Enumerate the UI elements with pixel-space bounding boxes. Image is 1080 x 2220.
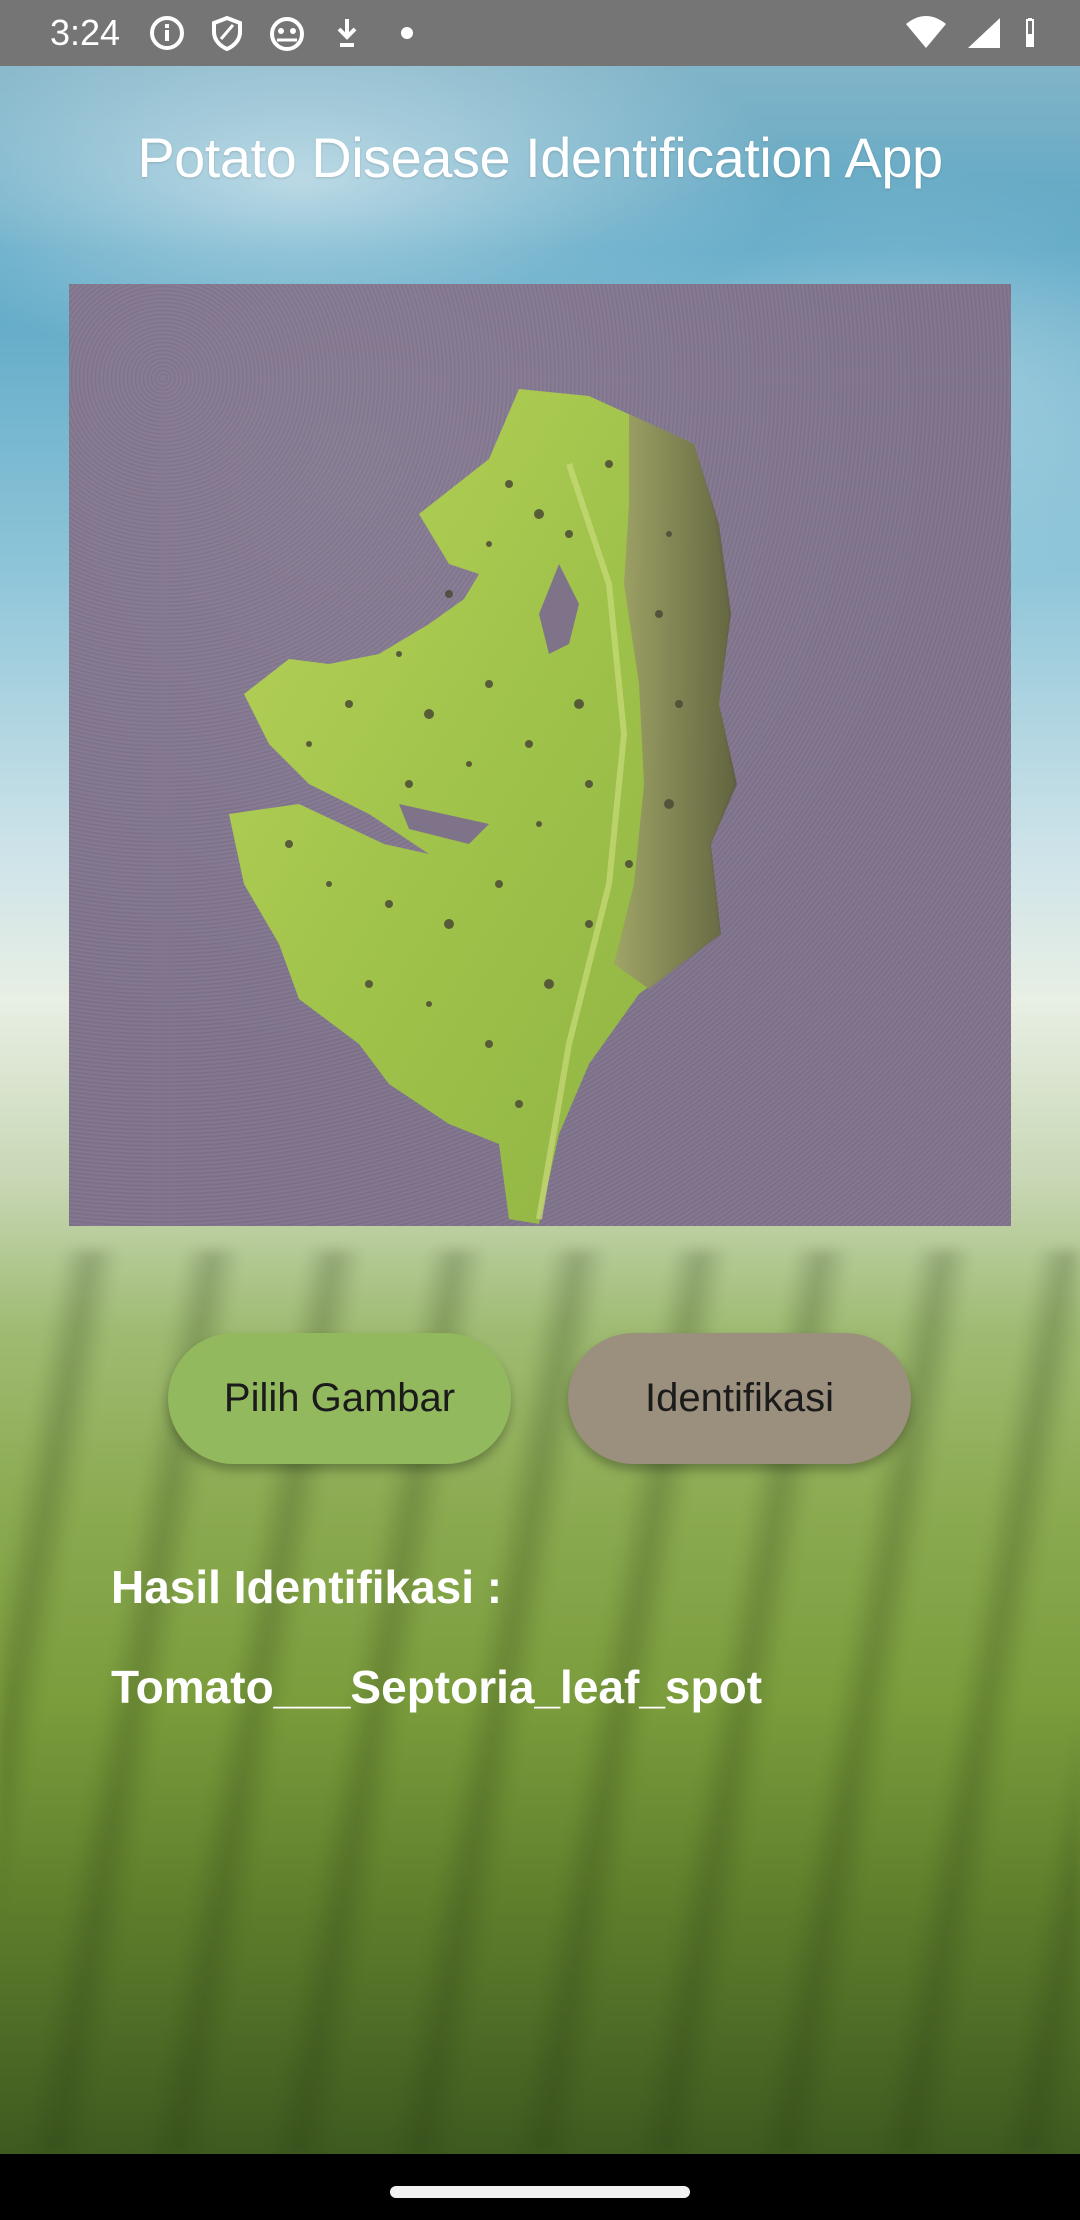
identify-button[interactable]: Identifikasi: [568, 1333, 911, 1464]
dot-icon: [388, 14, 426, 52]
status-time: 3:24: [50, 12, 121, 53]
cat-face-icon: [268, 14, 306, 52]
battery-icon: [1020, 14, 1040, 52]
wifi-icon: [904, 14, 948, 52]
selected-leaf-image: [69, 284, 1011, 1226]
status-bar: 3:24: [0, 0, 1080, 66]
info-icon: [148, 14, 186, 52]
home-gesture-handle[interactable]: [390, 2186, 690, 2198]
shield-icon: [208, 14, 246, 52]
result-label: Hasil Identifikasi :: [111, 1561, 503, 1613]
status-right-icons: [904, 14, 1040, 52]
download-icon: [328, 14, 366, 52]
signal-icon: [964, 14, 1004, 52]
pick-image-button[interactable]: Pilih Gambar: [168, 1333, 511, 1464]
app-title: Potato Disease Identification App: [137, 126, 943, 189]
result-value: Tomato___Septoria_leaf_spot: [111, 1661, 763, 1713]
status-left-icons: [148, 14, 426, 52]
